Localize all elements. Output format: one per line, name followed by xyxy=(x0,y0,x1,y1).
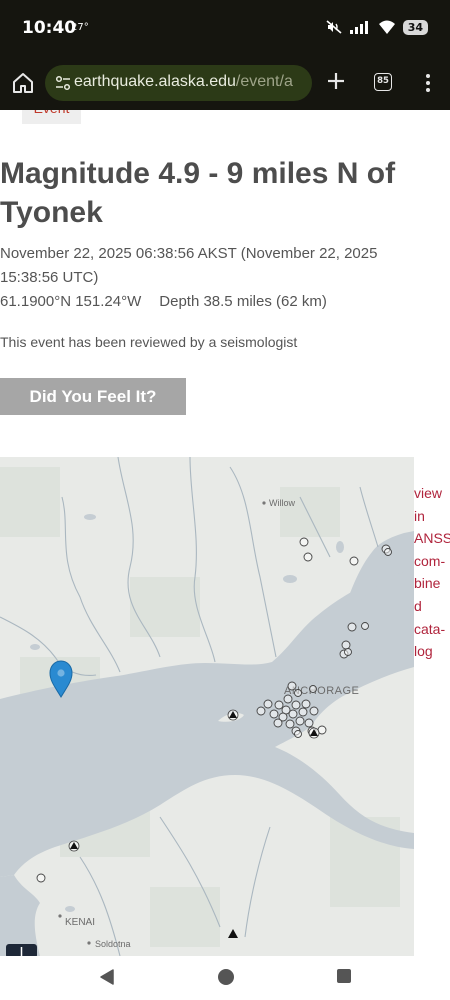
side-link-line[interactable]: log xyxy=(414,640,450,663)
event-coordinates: 61.1900°N 151.24°W xyxy=(0,293,142,310)
address-bar[interactable]: earthquake.alaska.edu/event/a xyxy=(45,65,312,101)
url-text[interactable]: earthquake.alaska.edu/event/a xyxy=(74,73,293,91)
event-depth: Depth 38.5 miles (62 km) xyxy=(159,293,327,310)
home-circle-icon[interactable] xyxy=(217,968,235,986)
event-map[interactable]: Willow ANCHORAGE KENAI Soldotna xyxy=(0,457,414,956)
side-link-line[interactable]: com- xyxy=(414,550,450,573)
mute-icon xyxy=(326,20,342,34)
new-tab-plus-icon[interactable] xyxy=(325,70,347,92)
anss-catalog-link[interactable]: view in ANSS com- bine d cata- log xyxy=(414,482,450,663)
tab-switcher-icon[interactable]: 85 xyxy=(374,73,392,91)
side-link-line[interactable]: view xyxy=(414,482,450,505)
side-link-line[interactable]: d xyxy=(414,595,450,618)
side-link-line[interactable]: in xyxy=(414,505,450,528)
url-path: /event/a xyxy=(235,73,293,90)
temperature: 27° xyxy=(71,22,89,33)
did-you-feel-it-button[interactable]: Did You Feel It? xyxy=(0,378,186,415)
wifi-icon xyxy=(378,20,395,34)
overflow-menu-icon[interactable] xyxy=(423,72,433,94)
browser-toolbar: earthquake.alaska.edu/event/a 85 xyxy=(0,56,450,110)
side-link-line[interactable]: bine xyxy=(414,572,450,595)
label-soldotna: Soldotna xyxy=(95,939,131,949)
battery-icon: 34 xyxy=(402,19,428,35)
recents-square-icon[interactable] xyxy=(336,968,352,984)
back-triangle-icon[interactable] xyxy=(99,968,115,986)
side-link-line[interactable]: ANSS xyxy=(414,527,450,550)
review-status: This event has been reviewed by a seismo… xyxy=(0,334,298,350)
page-title: Magnitude 4.9 - 9 miles N of Tyonek xyxy=(0,157,396,229)
event-location-row: 61.1900°N 151.24°W Depth 38.5 miles (62 k… xyxy=(0,290,380,314)
page-content: Event Magnitude 4.9 - 9 miles N of Tyone… xyxy=(0,110,450,956)
url-domain: earthquake.alaska.edu xyxy=(74,73,236,90)
status-icons: 34 xyxy=(326,19,428,35)
event-meta: November 22, 2025 06:38:56 AKST (Novembe… xyxy=(0,242,380,314)
label-kenai: KENAI xyxy=(65,917,95,928)
label-willow: Willow xyxy=(269,498,295,508)
home-icon[interactable] xyxy=(11,71,35,95)
system-nav-bar xyxy=(0,956,450,1000)
site-settings-icon[interactable] xyxy=(55,75,71,91)
tab-event[interactable]: Event xyxy=(22,110,81,124)
signal-icon xyxy=(349,21,368,34)
side-link-line[interactable]: cata- xyxy=(414,618,450,641)
status-bar: 10:40 27° 34 xyxy=(0,0,450,56)
event-datetime: November 22, 2025 06:38:56 AKST (Novembe… xyxy=(0,245,378,286)
clock: 10:40 xyxy=(22,18,77,38)
